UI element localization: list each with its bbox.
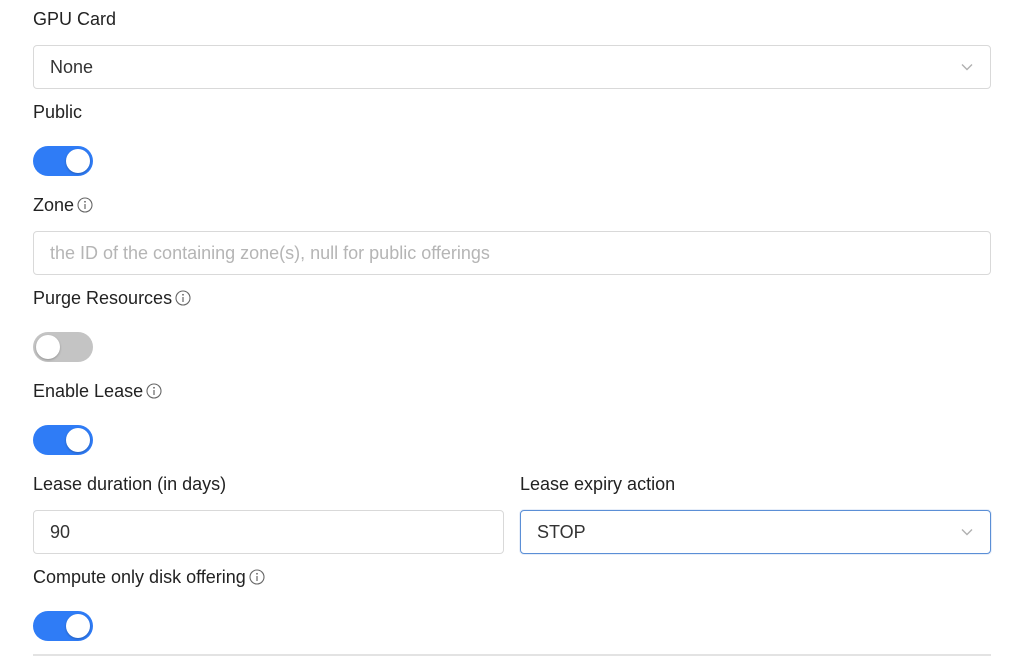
chevron-down-icon: [961, 64, 973, 71]
gpu-card-label-text: GPU Card: [33, 9, 117, 29]
lease-expiry-action-label: Lease expiry action: [520, 473, 675, 495]
enable-lease-label-text: Enable Lease: [33, 381, 144, 401]
public-label-text: Public: [33, 102, 83, 122]
toggle-knob: [66, 428, 90, 452]
info-icon[interactable]: [77, 197, 93, 213]
gpu-card-value: None: [50, 56, 94, 77]
info-icon[interactable]: [175, 290, 191, 306]
purge-resources-label-text: Purge Resources: [33, 288, 173, 308]
offering-form: GPU Card None Public Zone the ID of the …: [0, 0, 1024, 656]
gpu-card-select[interactable]: None: [33, 45, 991, 89]
purge-resources-label: Purge Resources: [33, 287, 191, 309]
compute-only-disk-offering-label: Compute only disk offering: [33, 566, 265, 588]
zone-input[interactable]: the ID of the containing zone(s), null f…: [33, 231, 991, 275]
lease-duration-label: Lease duration (in days): [33, 473, 226, 495]
enable-lease-toggle[interactable]: [33, 425, 93, 455]
gpu-card-label: GPU Card: [33, 8, 116, 30]
info-icon[interactable]: [146, 383, 162, 399]
lease-expiry-action-select[interactable]: STOP: [520, 510, 991, 554]
info-icon[interactable]: [249, 569, 265, 585]
toggle-knob: [66, 614, 90, 638]
toggle-knob: [36, 335, 60, 359]
compute-only-disk-offering-label-text: Compute only disk offering: [33, 567, 246, 587]
purge-resources-toggle[interactable]: [33, 332, 93, 362]
chevron-down-icon: [961, 529, 973, 536]
lease-expiry-action-label-text: Lease expiry action: [520, 474, 676, 494]
compute-only-disk-offering-toggle[interactable]: [33, 611, 93, 641]
zone-label: Zone: [33, 194, 93, 216]
lease-duration-value: 90: [50, 521, 71, 542]
lease-duration-label-text: Lease duration (in days): [33, 474, 227, 494]
lease-duration-input[interactable]: 90: [33, 510, 504, 554]
public-label: Public: [33, 101, 82, 123]
zone-placeholder: the ID of the containing zone(s), null f…: [50, 242, 490, 263]
toggle-knob: [66, 149, 90, 173]
enable-lease-label: Enable Lease: [33, 380, 162, 402]
public-toggle[interactable]: [33, 146, 93, 176]
lease-expiry-action-value: STOP: [537, 521, 586, 542]
zone-label-text: Zone: [33, 195, 75, 215]
